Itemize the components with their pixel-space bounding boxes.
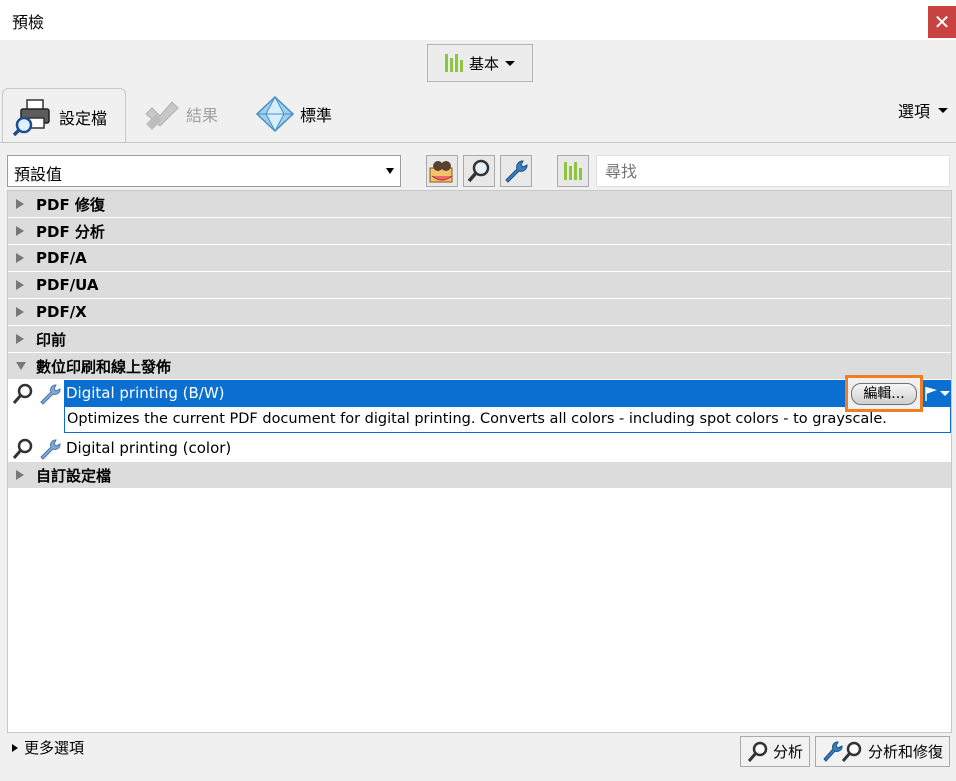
wrench-magnifier-icon [823, 741, 862, 762]
group-label: 數位印刷和線上發佈 [36, 357, 172, 376]
results-icon [145, 101, 179, 130]
wrench-icon [505, 160, 528, 183]
mode-bar: 基本 [0, 40, 956, 86]
group-label: PDF/UA [36, 276, 99, 294]
bars-chart-icon [564, 162, 582, 180]
magnifier-icon [12, 383, 33, 404]
options-menu[interactable]: 選項 [898, 98, 948, 122]
profile-row-digital-printing-color[interactable]: Digital printing (color) [8, 435, 951, 462]
expand-icon [16, 470, 24, 480]
diamond-icon [256, 96, 294, 132]
group-label: 自訂設定檔 [36, 466, 112, 485]
title-bar: 預檢 ✕ [0, 0, 956, 40]
chevron-down-icon [940, 391, 950, 396]
group-prepress[interactable]: 印前 [8, 326, 951, 353]
mode-label: 基本 [468, 54, 499, 73]
inspector-button[interactable] [426, 155, 458, 187]
profile-description: Optimizes the current PDF document for d… [64, 407, 951, 433]
flag-icon [925, 386, 937, 401]
close-button[interactable]: ✕ [928, 6, 956, 38]
group-pdf-analysis[interactable]: PDF 分析 [8, 218, 951, 245]
close-icon: ✕ [933, 10, 951, 34]
analyze-button[interactable]: 分析 [740, 736, 811, 767]
edit-button-label: 編輯... [851, 382, 917, 405]
analyze-and-fix-label: 分析和修復 [868, 743, 944, 761]
magnifier-icon [467, 159, 490, 183]
expand-icon [16, 199, 24, 209]
expand-icon [16, 226, 24, 236]
wrench-icon [40, 384, 61, 405]
profile-row-digital-printing-bw[interactable]: Digital printing (B/W) 編輯... [8, 375, 951, 412]
group-pdf-ua[interactable]: PDF/UA [8, 272, 951, 299]
tab-profiles-label: 設定檔 [59, 108, 108, 128]
preset-dropdown[interactable]: 預設值 [7, 155, 401, 187]
tab-profiles[interactable]: 設定檔 [2, 88, 126, 144]
magnifier-icon [747, 741, 768, 762]
magnifier-icon [12, 438, 33, 459]
expand-icon [16, 307, 24, 317]
analyze-label: 分析 [773, 743, 804, 761]
group-digital-printing[interactable]: 數位印刷和線上發佈 [8, 353, 951, 380]
analyze-and-fix-button[interactable]: 分析和修復 [815, 736, 951, 767]
profile-tree: PDF 修復 PDF 分析 PDF/A PDF/UA PDF/X 印前 數位印刷… [7, 190, 952, 733]
edit-profile-button[interactable]: 編輯... [845, 375, 923, 412]
group-label: PDF/A [36, 249, 87, 267]
group-pdf-x[interactable]: PDF/X [8, 299, 951, 326]
collapse-icon [16, 362, 26, 370]
wrench-icon [40, 439, 61, 460]
chevron-down-icon [386, 168, 394, 174]
search-input[interactable] [596, 155, 950, 187]
profile-row-icons [8, 383, 64, 405]
window-title: 預檢 [12, 13, 45, 32]
group-custom-profiles[interactable]: 自訂設定檔 [8, 462, 951, 489]
profile-row-icons [8, 438, 64, 460]
more-options-label: 更多選項 [24, 739, 85, 757]
tab-bar: 設定檔 結果 標準 選項 [0, 86, 956, 144]
tab-standards-label: 標準 [300, 106, 333, 125]
bars-chart-icon [444, 54, 463, 72]
expand-icon [16, 253, 24, 263]
mode-selector-button[interactable]: 基本 [427, 44, 533, 82]
group-pdf-a[interactable]: PDF/A [8, 245, 951, 272]
preset-value: 預設值 [14, 165, 63, 184]
options-label: 選項 [897, 102, 930, 121]
tab-standards[interactable]: 標準 [256, 86, 332, 142]
inspector-icon [429, 161, 453, 183]
profile-name: Digital printing (B/W) [64, 380, 951, 407]
group-pdf-fixups[interactable]: PDF 修復 [8, 191, 951, 218]
chevron-down-icon [938, 107, 948, 113]
fixup-button[interactable] [500, 155, 532, 187]
bars-filter-button[interactable] [557, 155, 589, 187]
printer-magnifier-icon [13, 98, 50, 136]
group-label: PDF 修復 [36, 195, 105, 214]
footer: 更多選項 分析 分析和修復 [0, 733, 956, 781]
expand-icon [16, 280, 24, 290]
profile-toolbar: 預設值 [0, 142, 956, 190]
tab-results-label: 結果 [186, 106, 219, 125]
expand-icon [12, 743, 18, 752]
chevron-down-icon [505, 60, 515, 66]
group-label: PDF 分析 [36, 222, 105, 241]
find-profile-button[interactable] [463, 155, 495, 187]
tab-results[interactable]: 結果 [142, 86, 218, 142]
more-options-toggle[interactable]: 更多選項 [12, 737, 84, 758]
profile-name: Digital printing (color) [66, 439, 232, 457]
group-label: PDF/X [36, 303, 87, 321]
flag-menu-button[interactable] [923, 380, 951, 407]
group-label: 印前 [36, 330, 67, 349]
expand-icon [16, 334, 24, 344]
